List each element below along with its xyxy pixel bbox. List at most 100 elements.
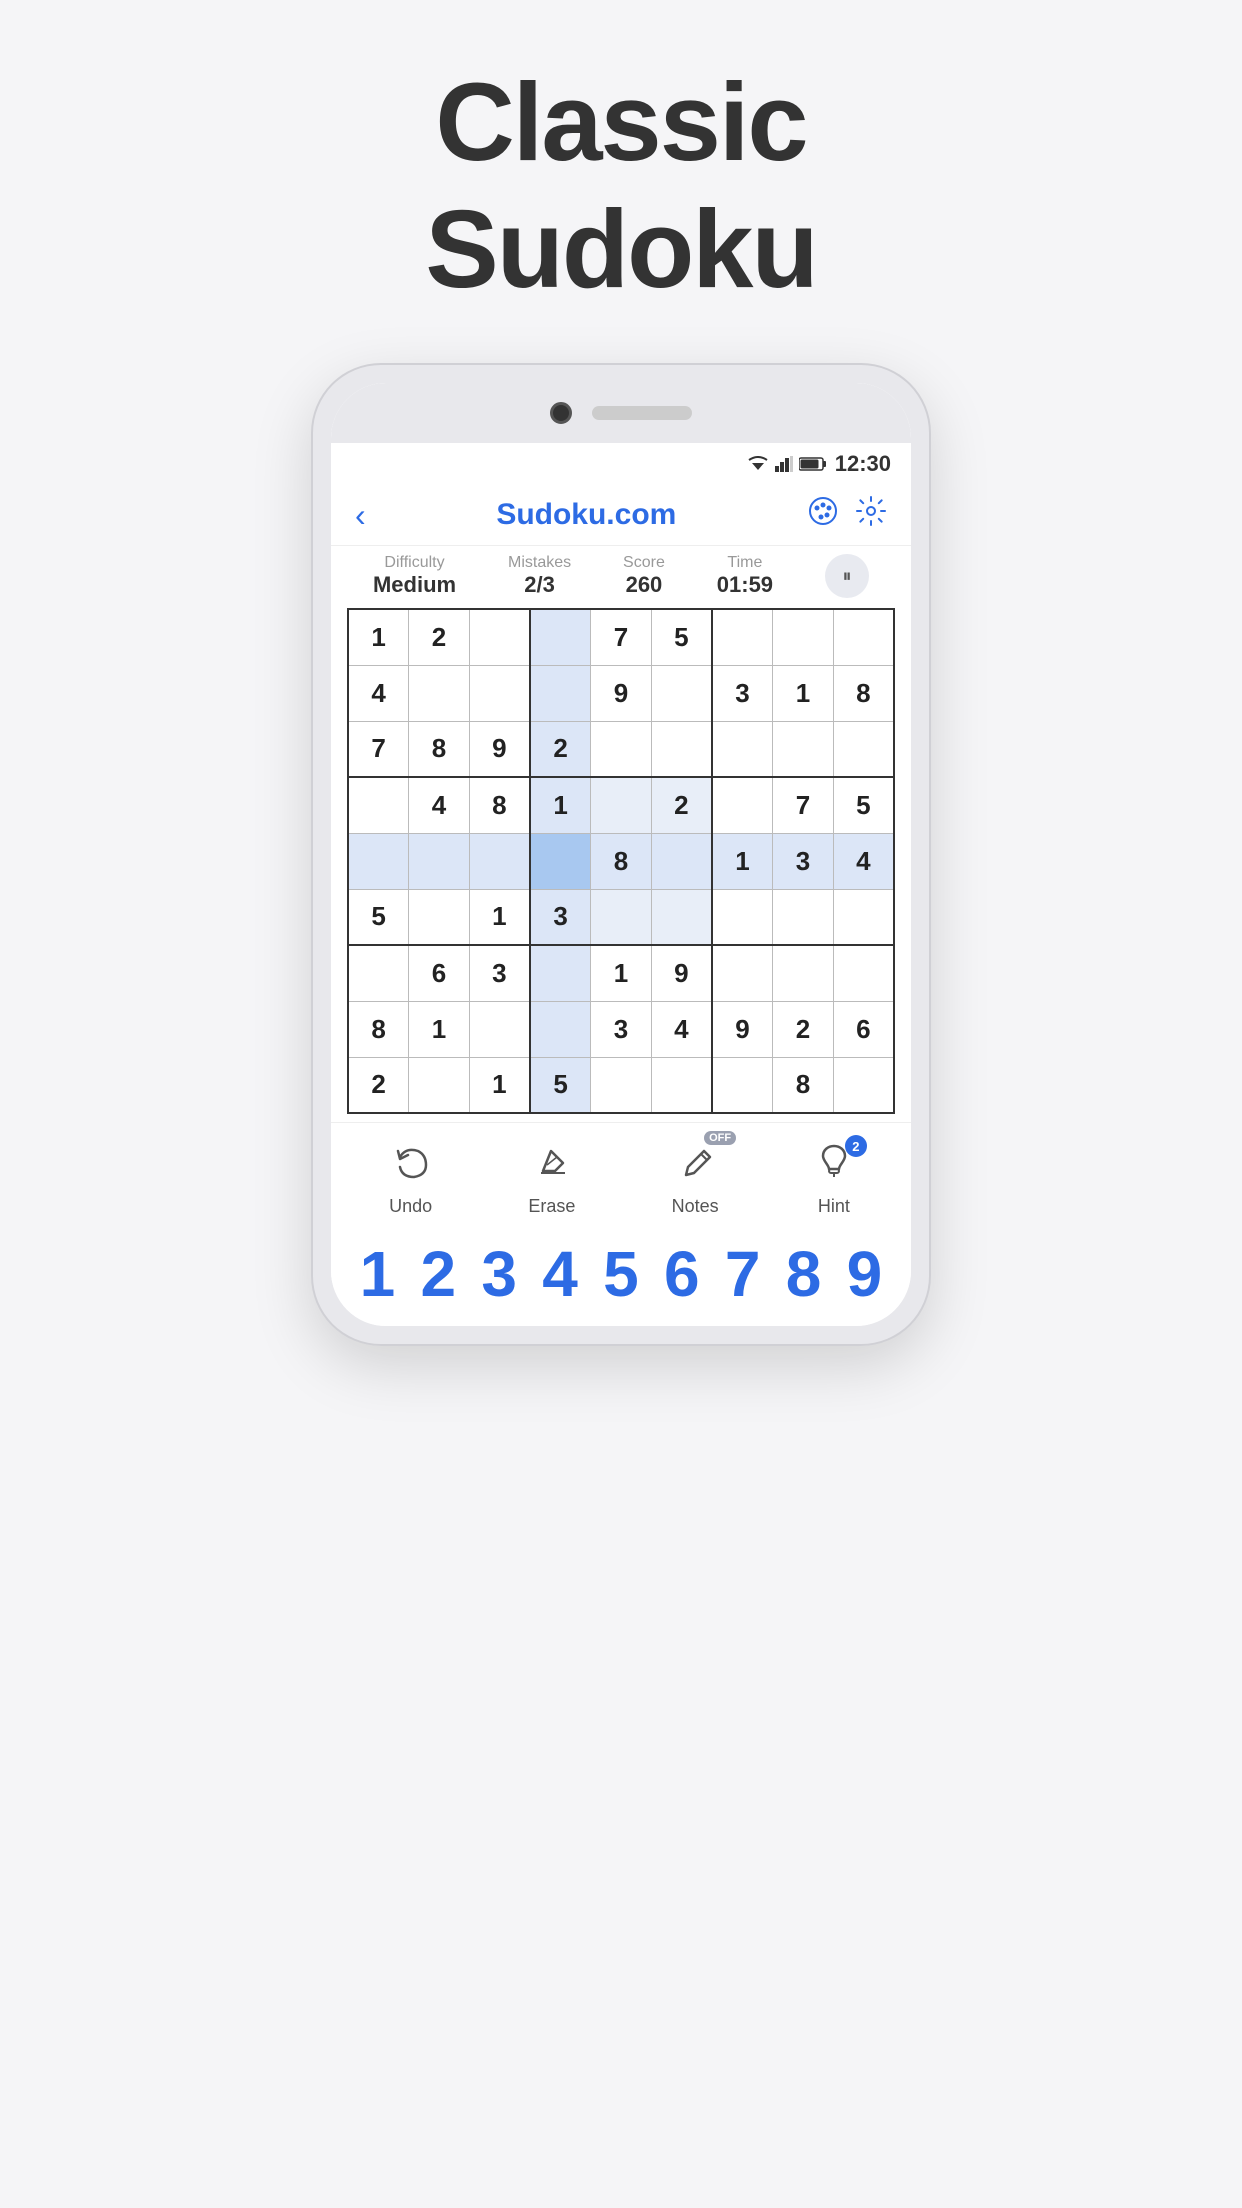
grid-cell[interactable] — [773, 889, 834, 945]
grid-cell[interactable]: 9 — [712, 1001, 773, 1057]
grid-cell[interactable] — [409, 889, 470, 945]
grid-cell[interactable]: 6 — [409, 945, 470, 1001]
grid-cell[interactable] — [712, 721, 773, 777]
grid-cell[interactable]: 8 — [409, 721, 470, 777]
grid-cell[interactable]: 4 — [409, 777, 470, 833]
grid-cell[interactable]: 5 — [833, 777, 894, 833]
numpad-button-9[interactable]: 9 — [836, 1242, 892, 1306]
grid-cell[interactable]: 7 — [591, 609, 652, 665]
grid-cell[interactable]: 5 — [530, 1057, 591, 1113]
grid-cell[interactable] — [348, 833, 409, 889]
grid-cell[interactable] — [651, 833, 712, 889]
grid-cell[interactable] — [530, 609, 591, 665]
grid-cell[interactable] — [651, 665, 712, 721]
numpad-button-5[interactable]: 5 — [593, 1242, 649, 1306]
grid-cell[interactable]: 7 — [773, 777, 834, 833]
grid-cell[interactable]: 2 — [651, 777, 712, 833]
grid-cell[interactable]: 4 — [348, 665, 409, 721]
grid-cell[interactable]: 5 — [651, 609, 712, 665]
grid-cell[interactable]: 9 — [591, 665, 652, 721]
grid-cell[interactable] — [409, 833, 470, 889]
grid-cell[interactable]: 8 — [833, 665, 894, 721]
grid-cell[interactable] — [833, 889, 894, 945]
grid-cell[interactable]: 8 — [773, 1057, 834, 1113]
grid-cell[interactable] — [833, 945, 894, 1001]
grid-cell[interactable]: 9 — [651, 945, 712, 1001]
grid-cell[interactable]: 9 — [469, 721, 530, 777]
grid-cell[interactable] — [591, 889, 652, 945]
grid-cell[interactable]: 4 — [651, 1001, 712, 1057]
grid-cell[interactable] — [773, 721, 834, 777]
grid-cell[interactable]: 1 — [469, 1057, 530, 1113]
grid-cell[interactable]: 3 — [530, 889, 591, 945]
numpad-button-2[interactable]: 2 — [410, 1242, 466, 1306]
grid-cell[interactable] — [409, 1057, 470, 1113]
grid-cell[interactable]: 8 — [348, 1001, 409, 1057]
notes-off-badge: OFF — [704, 1131, 736, 1145]
erase-button[interactable]: Erase — [528, 1143, 575, 1217]
hint-button[interactable]: 2 Hint — [815, 1143, 853, 1217]
grid-cell[interactable] — [833, 721, 894, 777]
grid-cell[interactable] — [712, 777, 773, 833]
grid-cell[interactable] — [651, 721, 712, 777]
grid-cell[interactable]: 6 — [833, 1001, 894, 1057]
grid-cell[interactable]: 4 — [833, 833, 894, 889]
back-button[interactable]: ‹ — [355, 497, 366, 534]
numpad-button-4[interactable]: 4 — [532, 1242, 588, 1306]
grid-cell[interactable] — [651, 1057, 712, 1113]
grid-cell[interactable] — [530, 945, 591, 1001]
grid-cell[interactable]: 2 — [348, 1057, 409, 1113]
grid-cell[interactable] — [833, 609, 894, 665]
notes-button[interactable]: OFF Notes — [672, 1143, 719, 1217]
numpad-button-8[interactable]: 8 — [776, 1242, 832, 1306]
grid-cell[interactable] — [348, 777, 409, 833]
grid-cell[interactable]: 1 — [773, 665, 834, 721]
palette-icon[interactable] — [807, 495, 839, 535]
grid-cell[interactable]: 1 — [469, 889, 530, 945]
settings-icon[interactable] — [855, 495, 887, 535]
numpad-button-3[interactable]: 3 — [471, 1242, 527, 1306]
grid-cell[interactable]: 1 — [591, 945, 652, 1001]
grid-cell[interactable] — [530, 665, 591, 721]
grid-cell[interactable] — [530, 833, 591, 889]
pause-button[interactable]: ⏸ — [825, 554, 869, 598]
grid-cell[interactable] — [591, 1057, 652, 1113]
grid-cell[interactable] — [348, 945, 409, 1001]
grid-cell[interactable] — [773, 945, 834, 1001]
grid-cell[interactable]: 2 — [773, 1001, 834, 1057]
grid-cell[interactable]: 5 — [348, 889, 409, 945]
numpad-button-6[interactable]: 6 — [654, 1242, 710, 1306]
grid-cell[interactable]: 1 — [348, 609, 409, 665]
grid-cell[interactable] — [712, 1057, 773, 1113]
grid-cell[interactable] — [712, 609, 773, 665]
grid-cell[interactable]: 1 — [409, 1001, 470, 1057]
grid-cell[interactable]: 1 — [712, 833, 773, 889]
grid-cell[interactable] — [712, 889, 773, 945]
grid-cell[interactable]: 3 — [773, 833, 834, 889]
grid-cell[interactable]: 2 — [530, 721, 591, 777]
grid-cell[interactable] — [591, 721, 652, 777]
grid-cell[interactable]: 8 — [469, 777, 530, 833]
numpad-button-7[interactable]: 7 — [715, 1242, 771, 1306]
grid-table[interactable]: 1275493187892481275813451363198134926215… — [347, 608, 895, 1114]
grid-cell[interactable] — [469, 1001, 530, 1057]
grid-cell[interactable] — [712, 945, 773, 1001]
grid-cell[interactable] — [833, 1057, 894, 1113]
undo-button[interactable]: Undo — [389, 1143, 432, 1217]
grid-cell[interactable]: 3 — [591, 1001, 652, 1057]
grid-cell[interactable]: 8 — [591, 833, 652, 889]
numpad-button-1[interactable]: 1 — [349, 1242, 405, 1306]
grid-cell[interactable]: 3 — [469, 945, 530, 1001]
grid-cell[interactable]: 2 — [409, 609, 470, 665]
grid-cell[interactable] — [469, 665, 530, 721]
grid-cell[interactable] — [651, 889, 712, 945]
grid-cell[interactable]: 3 — [712, 665, 773, 721]
grid-cell[interactable] — [469, 833, 530, 889]
grid-cell[interactable] — [530, 1001, 591, 1057]
grid-cell[interactable]: 1 — [530, 777, 591, 833]
grid-cell[interactable]: 7 — [348, 721, 409, 777]
grid-cell[interactable] — [773, 609, 834, 665]
grid-cell[interactable] — [409, 665, 470, 721]
grid-cell[interactable] — [591, 777, 652, 833]
grid-cell[interactable] — [469, 609, 530, 665]
